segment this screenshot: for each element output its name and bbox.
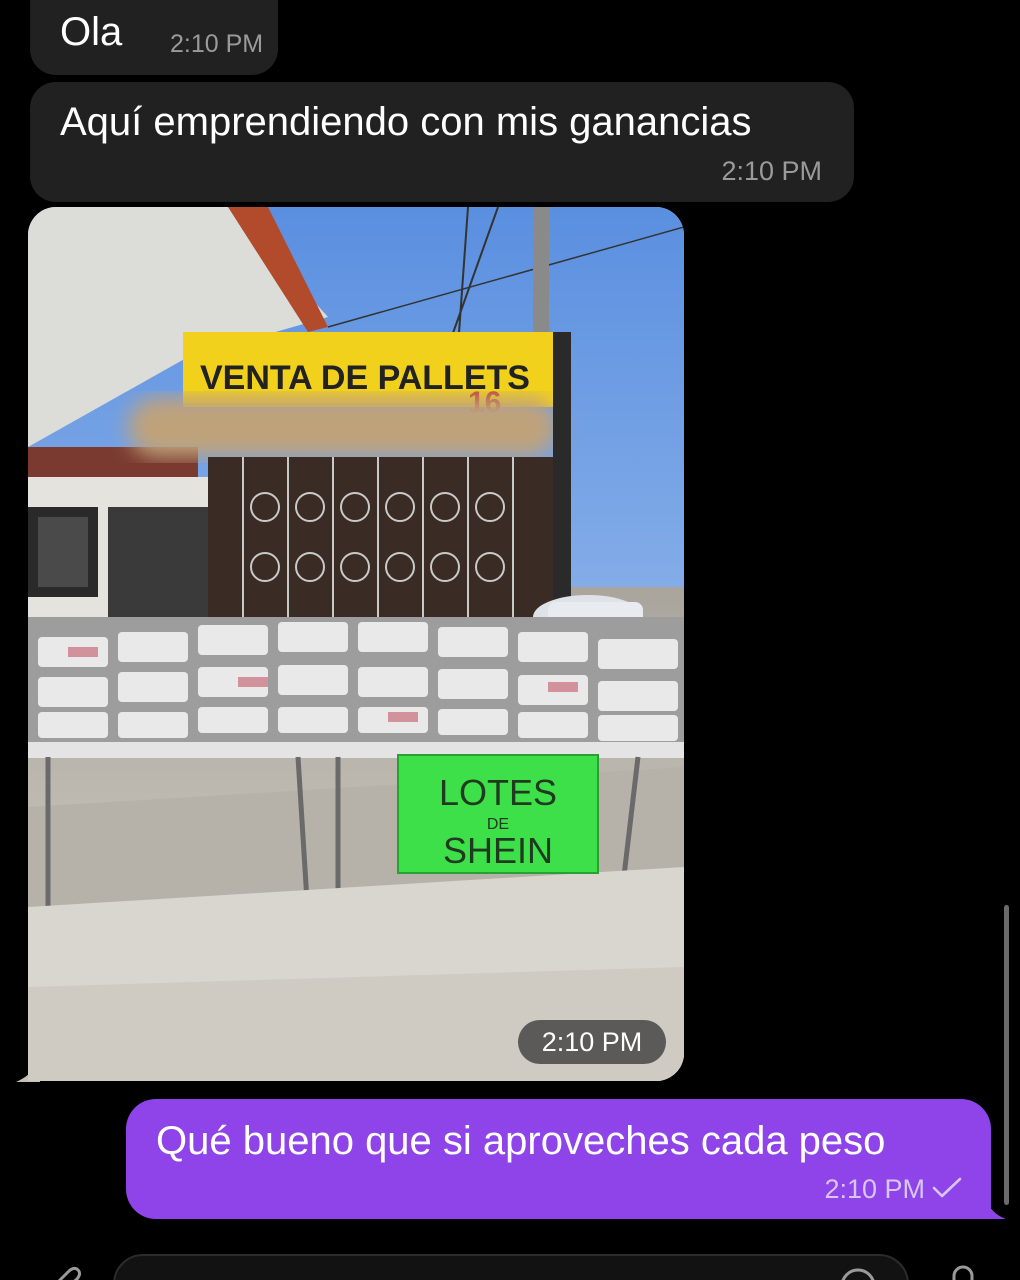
message-text: Ola — [60, 10, 123, 54]
photo-message[interactable]: VENTA DE PALLETS 16 — [28, 207, 684, 1081]
message-time: 2:10 PM — [721, 156, 822, 186]
message-input[interactable] — [113, 1254, 909, 1280]
sticker-icon[interactable] — [838, 1266, 878, 1280]
message-incoming-1[interactable]: Ola 2:10 PM — [30, 0, 278, 75]
attach-icon[interactable] — [40, 1262, 84, 1280]
message-incoming-2[interactable]: Aquí emprendiendo con mis ganancias 2:10… — [30, 82, 854, 202]
sent-check-icon — [932, 1177, 962, 1198]
message-text: Qué bueno que si aproveches cada peso — [156, 1119, 886, 1163]
bubble-tail-outgoing — [986, 1200, 1006, 1219]
message-text: Aquí emprendiendo con mis ganancias — [60, 100, 752, 144]
message-time: 2:10 PM — [824, 1174, 925, 1204]
message-time: 2:10 PM — [170, 30, 264, 58]
photo-green-sign-line3: SHEIN — [443, 830, 553, 871]
photo-time: 2:10 PM — [518, 1020, 666, 1064]
photo-green-sign-line1: LOTES — [439, 772, 557, 813]
message-outgoing-1[interactable]: Qué bueno que si aproveches cada peso 2:… — [126, 1099, 991, 1219]
scrollbar[interactable] — [1004, 905, 1009, 1205]
photo-image: VENTA DE PALLETS 16 — [28, 207, 684, 1081]
microphone-icon[interactable] — [945, 1262, 981, 1280]
